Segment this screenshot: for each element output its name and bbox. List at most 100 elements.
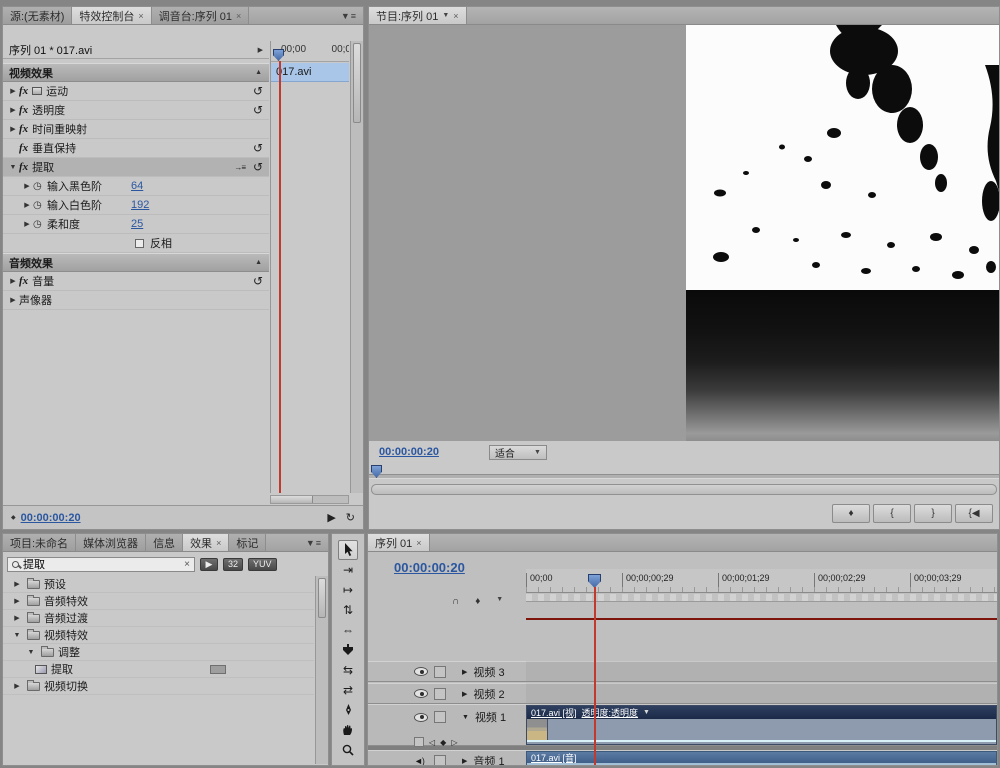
- expand-icon[interactable]: ▶: [11, 580, 23, 588]
- param-row-invert[interactable]: 反相: [3, 234, 269, 253]
- effect-mini-timeline[interactable]: 00;00 00;0 017.avi: [270, 41, 349, 493]
- slide-tool[interactable]: ⇄: [332, 680, 364, 700]
- program-scrubber[interactable]: [369, 465, 999, 481]
- add-marker-button[interactable]: ♦: [832, 504, 870, 523]
- tab-effects[interactable]: 效果×: [183, 534, 229, 551]
- effect-row-vertical-hold[interactable]: fx 垂直保持 ↺: [3, 139, 269, 158]
- clip-name[interactable]: 017.avi [音]: [531, 751, 577, 764]
- expand-icon[interactable]: ▶: [21, 182, 33, 190]
- collapse-icon[interactable]: ▼: [11, 632, 23, 639]
- collapse-track-icon[interactable]: ▼: [462, 714, 469, 721]
- track-content-video2[interactable]: [526, 683, 997, 704]
- chevron-down-icon[interactable]: ▼: [643, 709, 650, 716]
- program-timecode[interactable]: 00:00:00:20: [379, 446, 439, 458]
- effect-row-time-remap[interactable]: ▶ fx 时间重映射: [3, 120, 269, 139]
- tab-audio-mixer[interactable]: 调音台:序列 01×: [152, 7, 250, 24]
- track-lock-icon[interactable]: [434, 711, 446, 723]
- 32bit-badge[interactable]: 32: [223, 558, 243, 571]
- tree-item-audio-transitions[interactable]: ▶ 音频过渡: [3, 610, 314, 627]
- effect-row-motion[interactable]: ▶ fx 运动 ↺: [3, 82, 269, 101]
- loop-icon[interactable]: ↻: [346, 511, 355, 524]
- search-box[interactable]: ×: [7, 557, 195, 572]
- effect-row-extract[interactable]: ▼ fx 提取 →≡ ↺: [3, 158, 269, 177]
- rate-stretch-tool[interactable]: ⇔: [332, 620, 364, 640]
- snap-icon[interactable]: ∩: [452, 596, 459, 607]
- tree-item-audio-effects[interactable]: ▶ 音频特效: [3, 593, 314, 610]
- tab-info[interactable]: 信息: [146, 534, 183, 551]
- tab-project[interactable]: 项目:未命名: [3, 534, 76, 551]
- video-clip-title-bar[interactable]: 017.avi [视] 透明度:透明度 ▼: [527, 706, 996, 719]
- track-lock-icon[interactable]: [434, 666, 446, 678]
- panel-menu-icon[interactable]: ▼≡: [335, 7, 363, 24]
- slip-tool[interactable]: ⇆: [332, 660, 364, 680]
- accelerated-effects-badge[interactable]: ▶: [200, 558, 218, 571]
- close-icon[interactable]: ×: [416, 538, 421, 548]
- video-effects-section[interactable]: 视频效果 ▲: [3, 63, 269, 82]
- expand-icon[interactable]: ▶: [7, 277, 19, 285]
- effect-name[interactable]: 透明度: [32, 102, 65, 118]
- current-timecode[interactable]: 00:00:00:20: [21, 512, 81, 524]
- panel-menu-icon[interactable]: ▼≡: [300, 534, 328, 551]
- set-display-style-icon[interactable]: [414, 737, 424, 747]
- pen-tool[interactable]: [332, 700, 364, 720]
- tree-item-presets[interactable]: ▶ 预设: [3, 576, 314, 593]
- audio-clip-017avi[interactable]: 017.avi [音]: [526, 751, 997, 766]
- scrollbar-thumb[interactable]: [353, 43, 361, 123]
- tab-sequence-01[interactable]: 序列 01 ×: [368, 534, 430, 551]
- expand-icon[interactable]: ▶: [21, 201, 33, 209]
- expand-icon[interactable]: ▶: [11, 597, 23, 605]
- reset-icon[interactable]: ↺: [253, 85, 263, 97]
- toggle-track-output-icon[interactable]: [414, 689, 428, 698]
- goto-in-button[interactable]: {◀: [955, 504, 993, 523]
- speaker-icon[interactable]: ◄): [414, 756, 428, 766]
- prev-keyframe-icon[interactable]: ◁: [429, 738, 435, 747]
- collapse-icon[interactable]: ▲: [255, 259, 262, 266]
- expand-icon[interactable]: ▶: [7, 296, 19, 304]
- track-lock-icon[interactable]: [434, 688, 446, 700]
- zoom-tool[interactable]: [332, 740, 364, 760]
- effect-row-opacity[interactable]: ▶ fx 透明度 ↺: [3, 101, 269, 120]
- setup-dialog-icon[interactable]: →≡: [234, 163, 245, 172]
- yuv-badge[interactable]: YUV: [248, 558, 277, 571]
- hand-tool[interactable]: [332, 720, 364, 740]
- work-area-bar[interactable]: [526, 594, 997, 602]
- next-keyframe-icon[interactable]: ▷: [451, 738, 457, 747]
- collapse-icon[interactable]: ▲: [255, 69, 262, 76]
- chevron-down-icon[interactable]: ▼: [442, 12, 449, 19]
- horizontal-scrollbar[interactable]: [270, 495, 349, 504]
- scrollbar-thumb[interactable]: [271, 496, 313, 503]
- play-icon[interactable]: ▶: [327, 511, 335, 524]
- tree-item-video-effects[interactable]: ▼ 视频特效: [3, 627, 314, 644]
- chevron-down-icon[interactable]: ▼: [496, 596, 503, 607]
- tab-source[interactable]: 源:(无素材): [3, 7, 72, 24]
- ripple-edit-tool[interactable]: ↦: [332, 580, 364, 600]
- track-select-tool[interactable]: ⇥: [332, 560, 364, 580]
- expand-icon[interactable]: ▶: [11, 614, 23, 622]
- expand-track-icon[interactable]: ▶: [462, 690, 467, 698]
- zoom-scrollbar-thumb[interactable]: [372, 485, 996, 494]
- search-input[interactable]: [23, 558, 180, 570]
- expand-track-icon[interactable]: ▶: [462, 757, 467, 765]
- selection-tool[interactable]: [338, 540, 358, 560]
- toggle-track-output-icon[interactable]: [414, 667, 428, 676]
- vertical-scrollbar[interactable]: [315, 576, 328, 764]
- audio-clip-title-bar[interactable]: 017.avi [音]: [527, 752, 996, 763]
- stopwatch-icon[interactable]: ◷: [33, 181, 47, 192]
- close-icon[interactable]: ×: [138, 11, 143, 21]
- collapse-icon[interactable]: ▼: [7, 164, 19, 171]
- zoom-scrollbar[interactable]: [371, 484, 997, 495]
- effect-row-panner[interactable]: ▶ 声像器: [3, 291, 269, 310]
- expand-icon[interactable]: ▶: [11, 682, 23, 690]
- effect-name[interactable]: 时间重映射: [32, 121, 87, 137]
- timeline-timecode[interactable]: 00:00:00:20: [394, 560, 465, 575]
- expand-track-icon[interactable]: ▶: [462, 668, 467, 676]
- set-marker-icon[interactable]: ♦: [475, 596, 480, 607]
- tab-effect-controls[interactable]: 特效控制台×: [72, 7, 151, 24]
- effect-name[interactable]: 垂直保持: [32, 140, 76, 156]
- vertical-scrollbar[interactable]: [350, 41, 363, 493]
- audio-effects-section[interactable]: 音频效果 ▲: [3, 253, 269, 272]
- tab-media-browser[interactable]: 媒体浏览器: [76, 534, 146, 551]
- video-clip-017avi[interactable]: 017.avi [视] 透明度:透明度 ▼: [526, 705, 997, 745]
- rolling-edit-tool[interactable]: ⇅: [332, 600, 364, 620]
- razor-tool[interactable]: [332, 640, 364, 660]
